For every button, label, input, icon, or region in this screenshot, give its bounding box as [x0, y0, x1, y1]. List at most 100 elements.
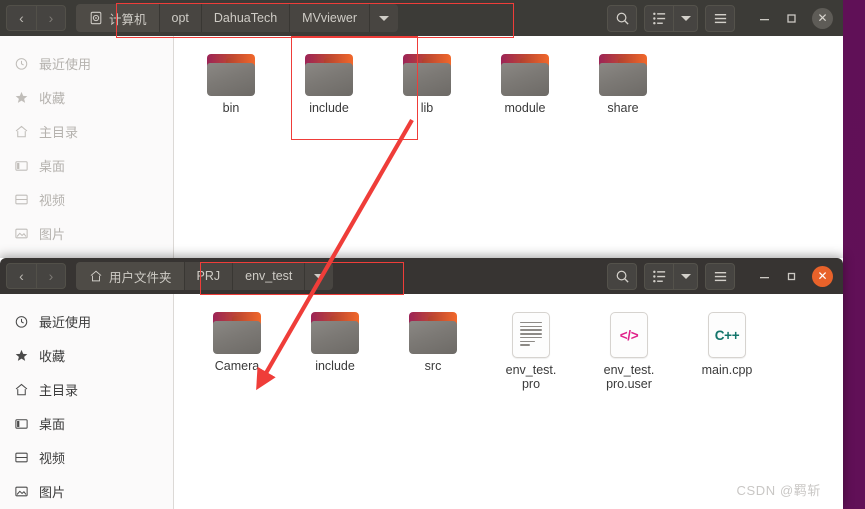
toolbar-back[interactable]: ✕ — [607, 4, 839, 32]
folder-icon — [305, 54, 353, 96]
close-button[interactable]: ✕ — [812, 265, 833, 287]
file-manager-window-mvviewer[interactable]: ‹ › 计算机 opt DahuaTech MVviewer ✕ 最近使用 收藏… — [0, 0, 843, 268]
sidebar-item-favorites[interactable]: 收藏 — [0, 338, 173, 372]
folder-icon — [599, 54, 647, 96]
star-icon — [13, 89, 29, 105]
file-label: lib — [420, 101, 434, 115]
file-item[interactable]: </> env_test. pro.user — [580, 308, 678, 392]
search-button[interactable] — [607, 4, 637, 32]
breadcrumb-item-dahuatech[interactable]: DahuaTech — [201, 4, 291, 32]
file-label: Camera — [214, 359, 260, 373]
window-controls-back[interactable]: ✕ — [758, 7, 833, 29]
file-grid-front[interactable]: Camera include src env_test. pro </> env… — [174, 294, 843, 509]
minimize-button[interactable] — [758, 270, 771, 283]
sidebar-item-recent[interactable]: 最近使用 — [0, 304, 173, 338]
home-icon — [13, 123, 29, 139]
sidebar-item-pictures[interactable]: 图片 — [0, 216, 173, 250]
view-options-button[interactable] — [673, 4, 698, 32]
breadcrumb-item-opt[interactable]: opt — [159, 4, 202, 32]
file-item[interactable]: Camera — [188, 308, 286, 392]
close-button[interactable]: ✕ — [812, 7, 833, 29]
xml-document-icon: </> — [610, 312, 648, 358]
file-item[interactable]: share — [574, 50, 672, 115]
star-icon — [13, 347, 29, 363]
search-icon — [616, 270, 629, 283]
sidebar-item-label: 最近使用 — [39, 314, 92, 330]
cpp-glyph: C++ — [714, 327, 740, 343]
breadcrumb-item-env-test[interactable]: env_test — [233, 262, 306, 290]
file-item[interactable]: lib — [378, 50, 476, 115]
file-item[interactable]: C++ main.cpp — [678, 308, 776, 392]
sidebar-item-home[interactable]: 主目录 — [0, 114, 173, 148]
file-item[interactable]: src — [384, 308, 482, 392]
list-view-button[interactable] — [644, 262, 673, 290]
sidebar-item-videos[interactable]: 视频 — [0, 182, 173, 216]
file-label: env_test. pro.user — [603, 363, 655, 392]
titlebar-env-test[interactable]: ‹ › 用户文件夹 PRJ env_test ✕ — [0, 258, 843, 294]
maximize-button[interactable] — [785, 270, 798, 283]
sidebar-item-recent[interactable]: 最近使用 — [0, 46, 173, 80]
minimize-button[interactable] — [758, 12, 771, 25]
sidebar-item-label: 视频 — [39, 192, 66, 208]
file-item[interactable]: include — [286, 308, 384, 392]
nav-buttons-back[interactable]: ‹ › — [6, 5, 66, 31]
back-button[interactable]: ‹ — [6, 5, 36, 31]
sidebar-item-videos[interactable]: 视频 — [0, 440, 173, 474]
breadcrumb-label: 用户文件夹 — [109, 270, 172, 285]
sidebar-item-label: 收藏 — [39, 90, 66, 106]
text-document-icon — [512, 312, 550, 358]
cpp-source-icon: C++ — [708, 312, 746, 358]
file-manager-window-env-test[interactable]: ‹ › 用户文件夹 PRJ env_test ✕ 最近使用 收藏 主目录 桌面 … — [0, 258, 843, 509]
list-view-button[interactable] — [644, 4, 673, 32]
titlebar-mvviewer[interactable]: ‹ › 计算机 opt DahuaTech MVviewer ✕ — [0, 0, 843, 36]
file-label: src — [424, 359, 442, 373]
file-label: main.cpp — [701, 363, 753, 377]
forward-button[interactable]: › — [36, 5, 66, 31]
file-item[interactable]: bin — [182, 50, 280, 115]
breadcrumb-item-computer[interactable]: 计算机 — [76, 4, 160, 32]
sidebar-item-desktop[interactable]: 桌面 — [0, 406, 173, 440]
file-label: share — [607, 101, 639, 115]
sidebar-item-label: 主目录 — [39, 382, 79, 398]
back-button[interactable]: ‹ — [6, 263, 36, 289]
sidebar-item-label: 最近使用 — [39, 56, 92, 72]
breadcrumb-dropdown-button[interactable] — [305, 262, 334, 290]
breadcrumb-item-mvviewer[interactable]: MVviewer — [290, 4, 371, 32]
file-label: module — [504, 101, 546, 115]
sidebar-item-desktop[interactable]: 桌面 — [0, 148, 173, 182]
breadcrumb-back[interactable]: 计算机 opt DahuaTech MVviewer — [76, 4, 399, 32]
window-controls-front[interactable]: ✕ — [758, 265, 833, 287]
file-item[interactable]: module — [476, 50, 574, 115]
forward-button[interactable]: › — [36, 263, 66, 289]
breadcrumb-item-user-folder[interactable]: 用户文件夹 — [76, 262, 185, 290]
file-label: env_test. pro — [505, 363, 557, 392]
search-button[interactable] — [607, 262, 637, 290]
menu-button[interactable] — [705, 4, 735, 32]
sidebar-item-home[interactable]: 主目录 — [0, 372, 173, 406]
sidebar-item-pictures[interactable]: 图片 — [0, 474, 173, 508]
file-item[interactable]: include — [280, 50, 378, 115]
view-mode-group-back[interactable] — [644, 4, 698, 32]
file-label: include — [315, 359, 355, 373]
view-options-button[interactable] — [673, 262, 698, 290]
menu-button[interactable] — [705, 262, 735, 290]
toolbar-front[interactable]: ✕ — [607, 262, 839, 290]
video-icon — [13, 449, 29, 465]
sidebar-back[interactable]: 最近使用 收藏 主目录 桌面 视频 图片 — [0, 36, 174, 268]
sidebar-front[interactable]: 最近使用 收藏 主目录 桌面 视频 图片 — [0, 294, 174, 509]
list-view-icon — [652, 270, 665, 282]
view-mode-group-front[interactable] — [644, 262, 698, 290]
folder-icon — [403, 54, 451, 96]
file-grid-back[interactable]: bin include lib module share — [174, 36, 843, 268]
breadcrumb-item-prj[interactable]: PRJ — [184, 262, 234, 290]
breadcrumb-dropdown-button[interactable] — [370, 4, 399, 32]
file-label: bin — [222, 101, 240, 115]
nav-buttons-front[interactable]: ‹ › — [6, 263, 66, 289]
breadcrumb-front[interactable]: 用户文件夹 PRJ env_test — [76, 262, 334, 290]
file-item[interactable]: env_test. pro — [482, 308, 580, 392]
xml-glyph: </> — [619, 327, 639, 343]
sidebar-item-favorites[interactable]: 收藏 — [0, 80, 173, 114]
desktop-icon — [13, 157, 29, 173]
picture-icon — [13, 483, 29, 499]
maximize-button[interactable] — [785, 12, 798, 25]
